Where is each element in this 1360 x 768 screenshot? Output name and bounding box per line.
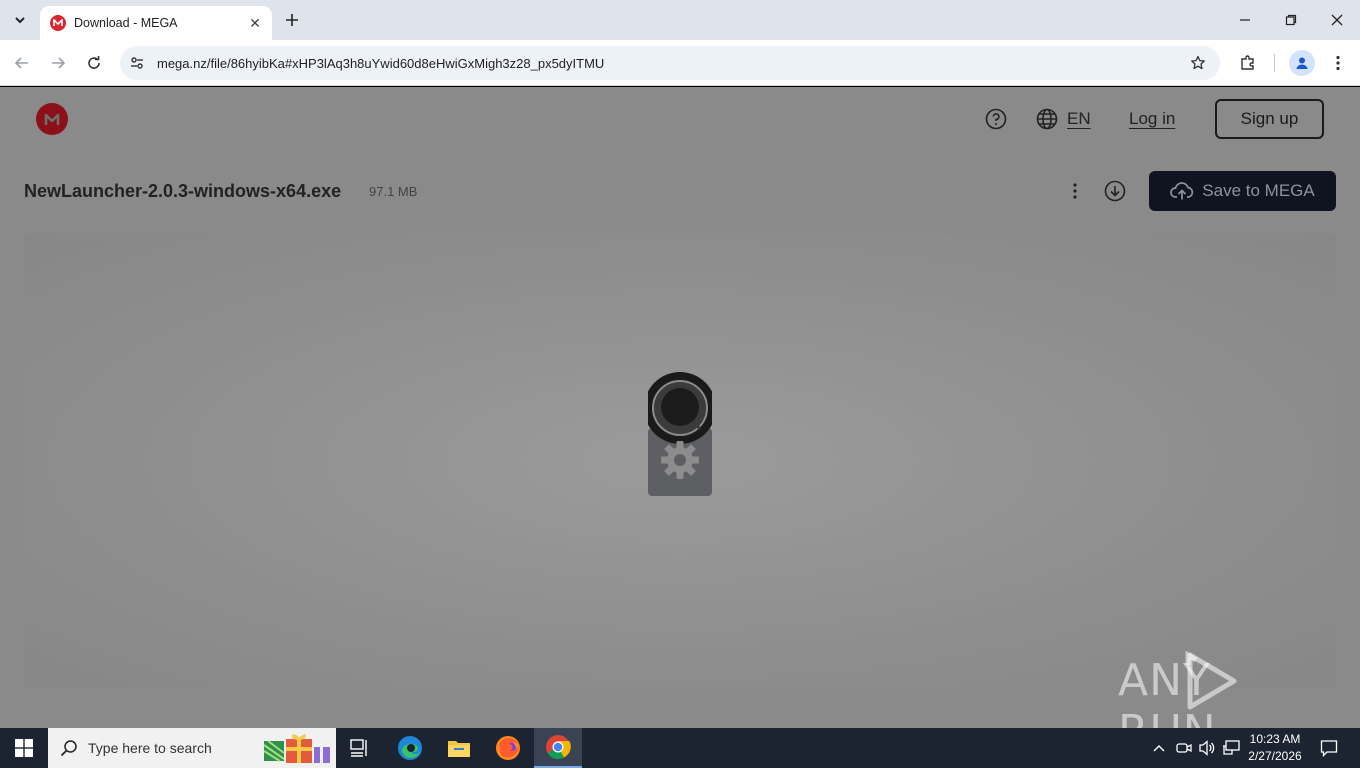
meet-now-icon[interactable] [1174,728,1194,768]
mega-page: EN Log in Sign up NewLauncher-2.0.3-wind… [0,87,1360,728]
new-tab-icon[interactable] [282,10,302,30]
save-to-mega-button[interactable]: Save to MEGA [1149,171,1336,211]
chrome-taskbar-icon[interactable] [534,728,582,768]
clock-date: 2/27/2026 [1248,749,1302,763]
tab-title: Download - MEGA [74,16,178,30]
browser-toolbar: mega.nz/file/86hyibKa#xHP3lAq3h8uYwid60d… [0,40,1360,86]
url-text[interactable]: mega.nz/file/86hyibKa#xHP3lAq3h8uYwid60d… [157,56,1186,71]
task-view-icon[interactable] [336,728,384,768]
help-icon[interactable] [984,107,1008,131]
minimize-icon[interactable] [1222,0,1268,40]
search-icon [60,739,78,757]
file-size: 97.1 MB [369,184,418,199]
toolbar-separator [1274,54,1275,72]
close-window-icon[interactable] [1314,0,1360,40]
volume-icon[interactable] [1196,728,1218,768]
browser-menu-icon[interactable] [1326,51,1350,75]
back-icon[interactable] [10,51,34,75]
reload-icon[interactable] [82,51,106,75]
restore-icon[interactable] [1268,0,1314,40]
forward-icon[interactable] [46,51,70,75]
tray-overflow-icon[interactable] [1150,728,1168,768]
tab-mega-download[interactable]: Download - MEGA ✕ [40,6,272,40]
executable-file-icon [648,372,712,496]
tab-search-icon[interactable] [8,8,32,32]
taskbar-clock[interactable]: 10:23 AM 2/27/2026 [1245,731,1305,765]
anyrun-watermark: ANY RUN [1118,651,1360,728]
search-placeholder: Type here to search [88,740,212,756]
file-name: NewLauncher-2.0.3-windows-x64.exe [24,181,342,201]
cloud-upload-icon [1170,181,1194,201]
file-preview-area [24,233,1336,688]
site-info-icon[interactable] [126,52,148,74]
globe-icon[interactable] [1035,107,1059,131]
firefox-icon[interactable] [484,728,532,768]
network-icon[interactable] [1220,728,1242,768]
tab-strip: Download - MEGA ✕ [0,0,1360,40]
signup-button[interactable]: Sign up [1215,99,1324,139]
login-link[interactable]: Log in [1129,109,1175,129]
more-options-icon[interactable] [1063,179,1087,203]
language-link[interactable]: EN [1067,109,1091,129]
profile-avatar-icon[interactable] [1289,50,1315,76]
anyrun-play-logo [1185,651,1237,710]
mega-logo[interactable] [36,103,68,135]
tab-close-icon[interactable]: ✕ [246,14,264,32]
edge-browser-icon[interactable] [386,728,434,768]
save-to-mega-label: Save to MEGA [1202,181,1315,200]
address-bar[interactable]: mega.nz/file/86hyibKa#xHP3lAq3h8uYwid60d… [120,46,1220,80]
extensions-icon[interactable] [1236,51,1260,75]
bookmark-star-icon[interactable] [1186,51,1210,75]
windows-taskbar: Type here to search 10:23 AM 2/27/2026 [0,728,1360,768]
file-explorer-icon[interactable] [435,728,483,768]
search-highlight-gifts-icon [263,734,330,763]
mega-favicon-icon [50,15,66,31]
clock-time: 10:23 AM [1249,732,1301,746]
notifications-icon[interactable] [1314,728,1344,768]
windows-start-icon[interactable] [0,728,48,768]
download-icon[interactable] [1103,179,1127,203]
